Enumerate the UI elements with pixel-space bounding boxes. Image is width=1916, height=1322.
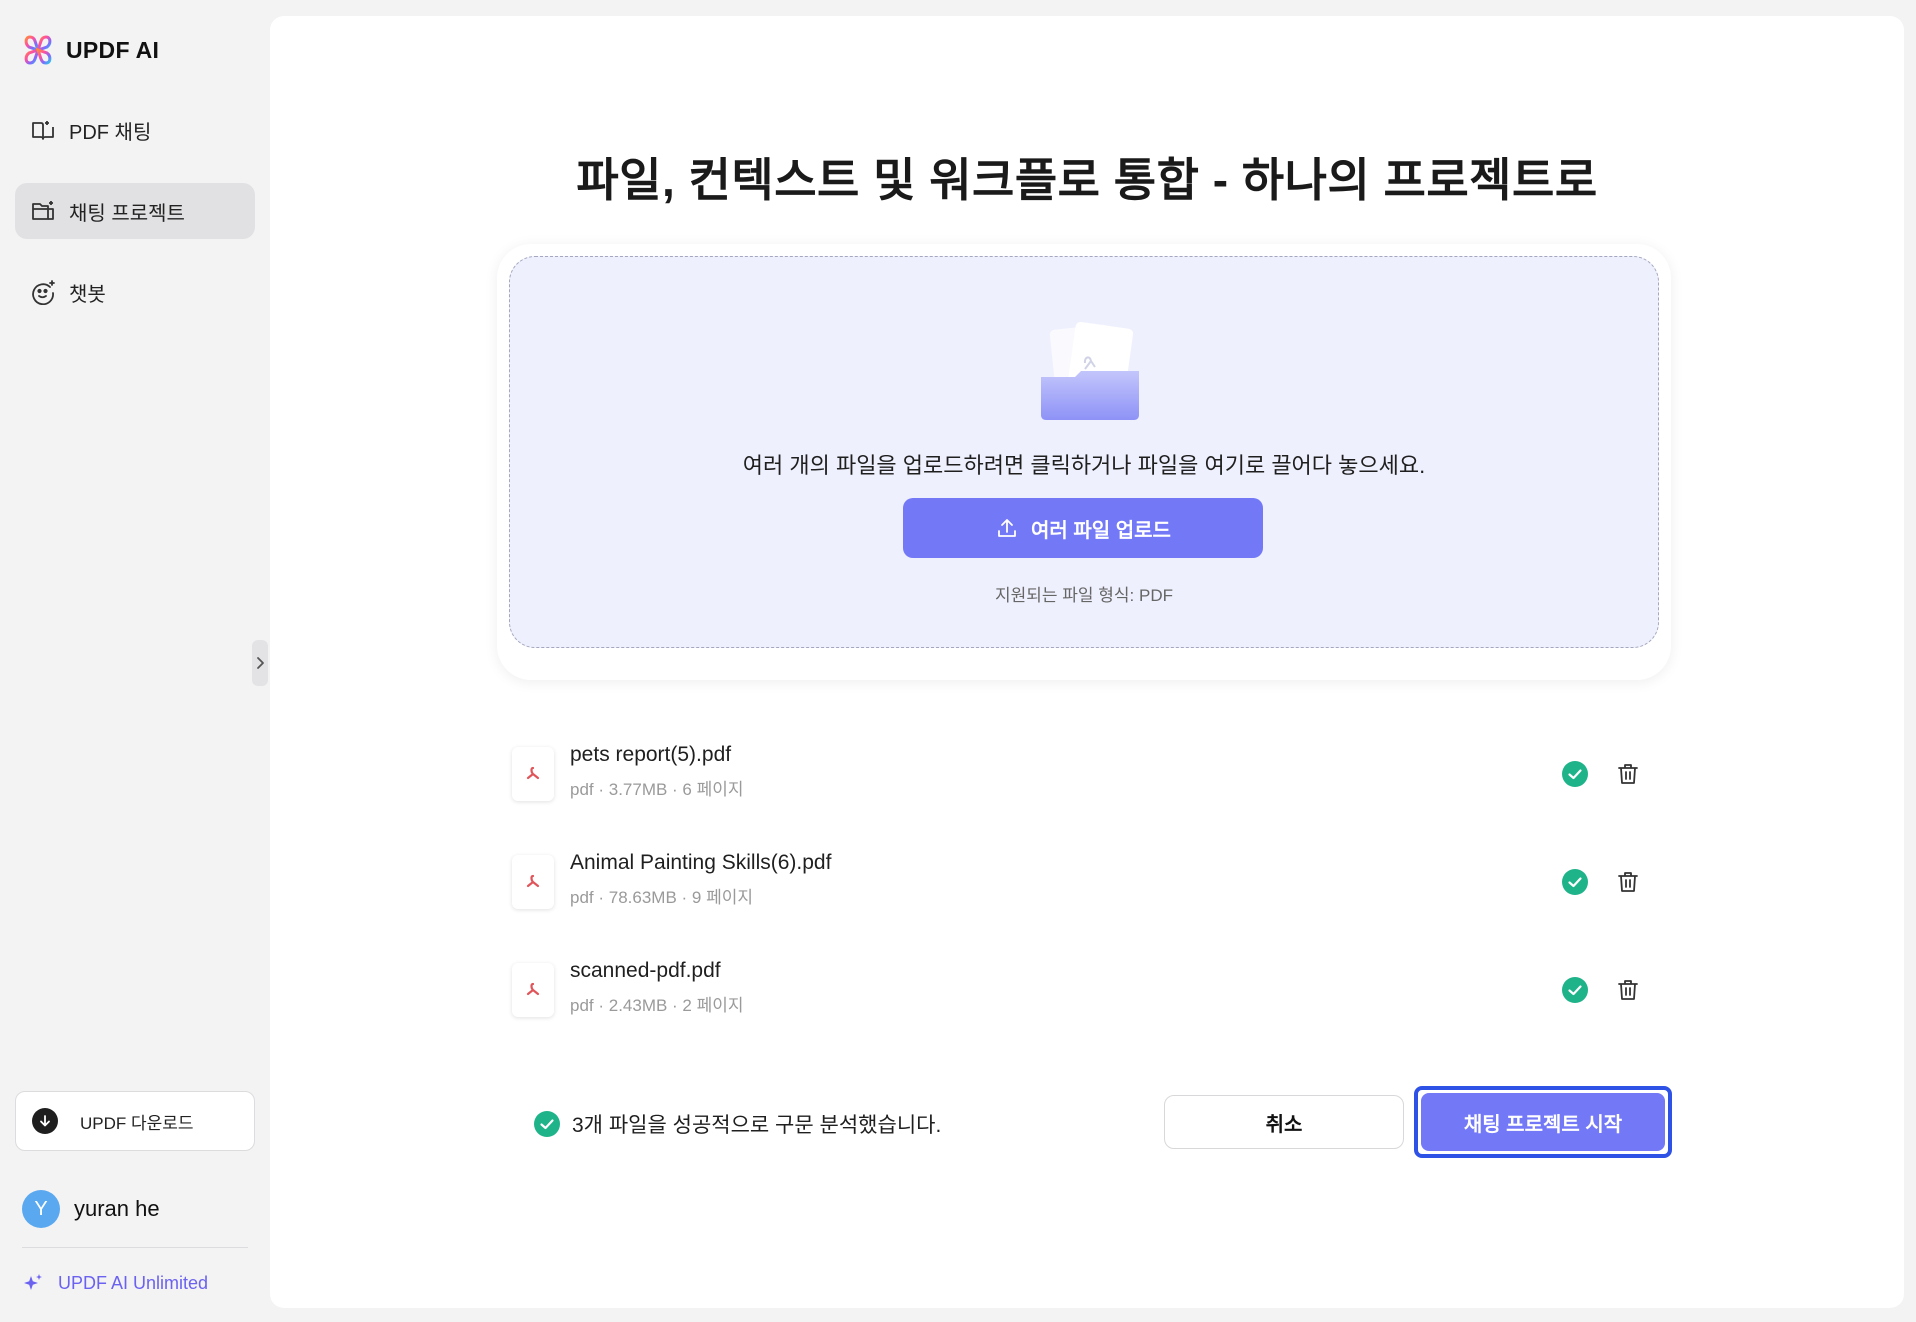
- drop-instruction: 여러 개의 파일을 업로드하려면 클릭하거나 파일을 여기로 끌어다 놓으세요.: [742, 453, 1426, 478]
- pdf-file-icon: [512, 747, 554, 801]
- status-text: 3개 파일을 성공적으로 구문 분석했습니다.: [572, 1114, 942, 1137]
- file-drop-zone[interactable]: 여러 개의 파일을 업로드하려면 클릭하거나 파일을 여기로 끌어다 놓으세요.…: [509, 256, 1659, 648]
- pdf-file-icon: [512, 963, 554, 1017]
- file-list-item: Animal Painting Skills(6).pdf pdf · 78.6…: [512, 847, 1642, 917]
- file-name: Animal Painting Skills(6).pdf: [570, 851, 832, 874]
- check-circle-icon: [1562, 761, 1588, 787]
- sparkle-icon: [24, 1274, 42, 1290]
- check-circle-icon: [1562, 977, 1588, 1003]
- folder-icon: [29, 197, 57, 225]
- chevron-right-icon: [257, 657, 264, 669]
- download-icon: [32, 1108, 58, 1134]
- page-title: 파일, 컨텍스트 및 워크플로 통합 - 하나의 프로젝트로: [576, 154, 1598, 206]
- file-meta: pdf · 3.77MB · 6 페이지: [570, 780, 744, 799]
- upload-icon: [998, 519, 1016, 537]
- file-list-item: pets report(5).pdf pdf · 3.77MB · 6 페이지: [512, 739, 1642, 809]
- download-updf-button[interactable]: UPDF 다운로드: [15, 1091, 255, 1151]
- file-meta: pdf · 78.63MB · 9 페이지: [570, 888, 753, 907]
- app-window: UPDF AI PDF 채팅 채팅 프로젝트 챗봇 UPDF 다운로드 Y yu…: [0, 0, 1916, 1322]
- updf-logo-icon: [24, 35, 52, 65]
- trash-icon[interactable]: [1615, 869, 1641, 895]
- plan-link[interactable]: UPDF AI Unlimited: [22, 1272, 208, 1294]
- sidebar-item-label: 챗봇: [69, 283, 106, 306]
- plan-label: UPDF AI Unlimited: [58, 1272, 209, 1293]
- user-name: yuran he: [74, 1196, 160, 1221]
- supported-formats: 지원되는 파일 형식: PDF: [994, 586, 1173, 605]
- sidebar-collapse-toggle[interactable]: [252, 640, 268, 686]
- pdf-file-icon: [512, 855, 554, 909]
- parse-status: 3개 파일을 성공적으로 구문 분석했습니다.: [534, 1109, 941, 1139]
- sidebar-item-label: PDF 채팅: [69, 121, 152, 144]
- bot-icon: [29, 278, 57, 306]
- book-icon: [29, 116, 57, 144]
- sidebar-item-chatbot[interactable]: 챗봇: [15, 264, 255, 320]
- upload-files-button[interactable]: 여러 파일 업로드: [903, 498, 1263, 558]
- file-name: scanned-pdf.pdf: [570, 959, 721, 982]
- file-meta: pdf · 2.43MB · 2 페이지: [570, 996, 744, 1015]
- upload-label: 여러 파일 업로드: [1031, 519, 1171, 542]
- user-profile[interactable]: Y yuran he: [22, 1190, 160, 1228]
- folder-upload-icon: [1041, 321, 1139, 420]
- app-logo[interactable]: UPDF AI: [22, 34, 159, 66]
- file-name: pets report(5).pdf: [570, 743, 732, 766]
- sidebar-item-chat-project[interactable]: 채팅 프로젝트: [15, 183, 255, 239]
- upload-card: 여러 개의 파일을 업로드하려면 클릭하거나 파일을 여기로 끌어다 놓으세요.…: [497, 244, 1671, 680]
- file-list-item: scanned-pdf.pdf pdf · 2.43MB · 2 페이지: [512, 955, 1642, 1025]
- check-circle-icon: [534, 1111, 560, 1137]
- sidebar-item-label: 채팅 프로젝트: [69, 202, 185, 225]
- download-label: UPDF 다운로드: [80, 1113, 194, 1133]
- divider: [22, 1247, 248, 1248]
- avatar: Y: [22, 1190, 60, 1228]
- cancel-button[interactable]: 취소: [1164, 1095, 1404, 1149]
- main-panel: 파일, 컨텍스트 및 워크플로 통합 - 하나의 프로젝트로 여러 개의 파일을…: [270, 16, 1904, 1308]
- trash-icon[interactable]: [1615, 761, 1641, 787]
- start-chat-project-button[interactable]: 채팅 프로젝트 시작: [1421, 1093, 1665, 1151]
- sidebar-item-pdf-chat[interactable]: PDF 채팅: [15, 102, 255, 158]
- app-name: UPDF AI: [66, 36, 160, 63]
- sidebar: UPDF AI PDF 채팅 채팅 프로젝트 챗봇 UPDF 다운로드 Y yu…: [0, 0, 268, 1322]
- trash-icon[interactable]: [1615, 977, 1641, 1003]
- check-circle-icon: [1562, 869, 1588, 895]
